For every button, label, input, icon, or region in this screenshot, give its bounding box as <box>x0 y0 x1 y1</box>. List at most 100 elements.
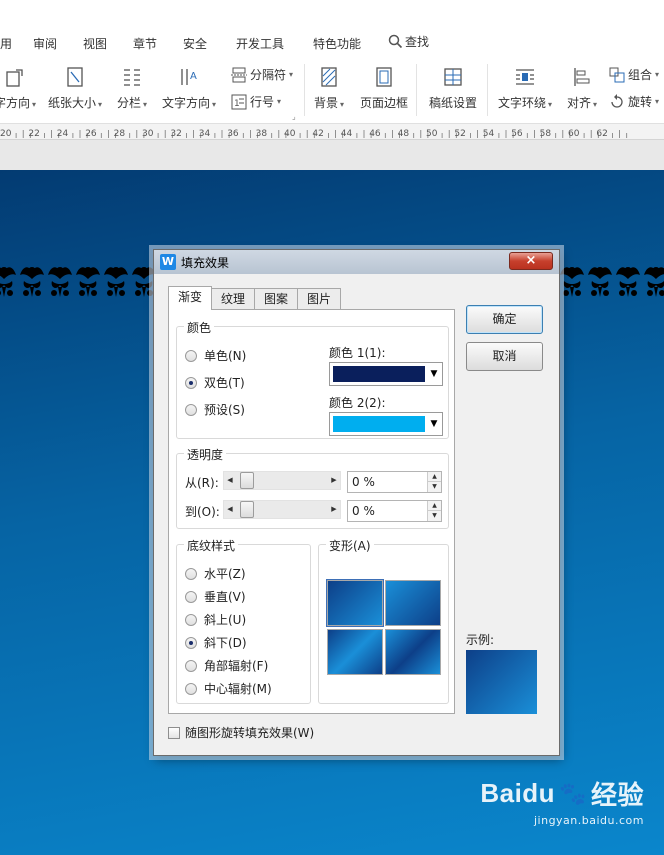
from-corner-radio[interactable]: 角部辐射(F) <box>185 657 268 674</box>
document-margin <box>0 140 664 170</box>
ribbon-divider <box>487 64 488 116</box>
line-number-button[interactable]: 1 行号 ▾ <box>231 93 281 110</box>
slider-left-arrow-icon[interactable]: ◀ <box>224 501 236 518</box>
diagonal-down-label: 斜下(D) <box>204 636 247 650</box>
group-expander-icon[interactable]: ⌟ <box>292 112 296 121</box>
slider-thumb[interactable] <box>240 501 254 518</box>
search-button[interactable]: 查找 <box>388 33 429 50</box>
page-border-button[interactable]: 页面边框 <box>360 66 408 111</box>
spin-down-icon[interactable]: ▼ <box>427 511 441 521</box>
horizontal-radio[interactable]: 水平(Z) <box>185 565 246 582</box>
variant-2-swatch[interactable] <box>385 580 441 626</box>
horizontal-ruler[interactable]: 20 22 24 26 28 30 32 34 36 38 40 42 44 46 48 50 52 54 56 58… <box>0 124 664 140</box>
group-button[interactable]: 组合 ▾ <box>609 66 659 83</box>
tab-special[interactable]: 特色功能 <box>313 35 361 52</box>
spin-up-icon[interactable]: ▲ <box>427 472 441 482</box>
diagonal-up-radio[interactable]: 斜上(U) <box>185 611 246 628</box>
tab-texture[interactable]: 纹理 <box>211 288 256 310</box>
ruler-scale: 20 22 24 26 28 30 32 34 36 38 40 42 44 46 48 50 52 54 56 58… <box>0 129 628 139</box>
one-color-radio[interactable]: 单色(N) <box>185 347 246 364</box>
preset-radio[interactable]: 预设(S) <box>185 401 245 418</box>
two-colors-radio[interactable]: 双色(T) <box>185 374 245 391</box>
from-label: 从(R): <box>185 476 219 490</box>
page-border-label: 页面边框 <box>360 96 409 110</box>
tab-gradient[interactable]: 渐变 <box>168 286 213 310</box>
manuscript-button[interactable]: 稿纸设置 <box>429 66 477 111</box>
tab-developer[interactable]: 开发工具 <box>236 35 284 52</box>
ruler-tick-label: 30 <box>142 129 154 139</box>
text-wrap-icon <box>516 69 535 85</box>
line-number-icon: 1 <box>231 94 247 109</box>
ruler-tick-label: 22 <box>28 129 39 139</box>
colors-group: 颜色 单色(N) 双色(T) 预设(S) 颜色 1(1): ▼ 颜色 2(2):… <box>176 319 449 439</box>
text-direction-cut-button[interactable]: 字方向 ▾ <box>0 66 36 111</box>
align-icon <box>574 68 590 86</box>
background-button[interactable]: 背景 ▾ <box>314 66 344 111</box>
transparency-group: 透明度 从(R): ◀ ▶ 0 % ▲ ▼ 到(O): ◀ ▶ 0 % ▲ ▼ <box>176 446 449 529</box>
slider-thumb[interactable] <box>240 472 254 489</box>
baidu-watermark: Baidu 🐾 经验 jingyan.baidu.com <box>480 775 644 827</box>
columns-button[interactable]: 分栏 ▾ <box>117 66 147 111</box>
close-button[interactable]: × <box>509 252 553 270</box>
separator-button[interactable]: 分隔符 ▾ <box>231 66 293 83</box>
paper-size-label: 纸张大小 <box>48 96 97 110</box>
paper-size-button[interactable]: 纸张大小 ▾ <box>48 66 102 111</box>
tab-picture[interactable]: 图片 <box>297 288 342 310</box>
diagonal-down-radio[interactable]: 斜下(D) <box>185 634 247 651</box>
variant-4-swatch[interactable] <box>385 629 441 675</box>
color1-label: 颜色 1(1): <box>329 346 386 360</box>
spin-up-icon[interactable]: ▲ <box>427 501 441 511</box>
color2-dropdown[interactable]: ▼ <box>329 412 443 436</box>
ok-button[interactable]: 确定 <box>466 305 543 334</box>
tab-security[interactable]: 安全 <box>183 35 207 52</box>
svg-text:1: 1 <box>234 99 240 109</box>
rotate-button[interactable]: 旋转 ▾ <box>609 93 659 110</box>
separator-label: 分隔符 <box>250 68 287 82</box>
ruler-tick-label: 28 <box>114 129 126 139</box>
rotate-with-shape-label: 随图形旋转填充效果(W) <box>185 726 315 740</box>
group-icon <box>609 67 625 82</box>
tab-pattern[interactable]: 图案 <box>254 288 299 310</box>
from-value: 0 % <box>352 475 375 489</box>
to-slider[interactable]: ◀ ▶ <box>223 500 341 519</box>
checkbox-box <box>168 726 180 739</box>
from-corner-label: 角部辐射(F) <box>204 659 269 673</box>
tab-view[interactable]: 视图 <box>83 35 107 52</box>
spin-down-icon[interactable]: ▼ <box>427 482 441 492</box>
vertical-radio[interactable]: 垂直(V) <box>185 588 246 605</box>
svg-text:A: A <box>190 71 197 82</box>
color1-dropdown[interactable]: ▼ <box>329 362 443 386</box>
separator-icon <box>231 67 247 82</box>
ruler-tick-label: 26 <box>85 129 97 139</box>
group-label: 组合 <box>628 68 653 82</box>
text-direction-icon <box>6 69 23 87</box>
to-percent-field[interactable]: 0 % ▲ ▼ <box>347 500 442 522</box>
tab-insert-partial[interactable]: 用 <box>0 35 12 52</box>
from-center-radio[interactable]: 中心辐射(M) <box>185 680 272 697</box>
slider-left-arrow-icon[interactable]: ◀ <box>224 472 236 489</box>
variant-1-swatch[interactable] <box>326 579 384 627</box>
variant-3-swatch[interactable] <box>327 629 383 675</box>
slider-track <box>236 501 328 518</box>
from-slider[interactable]: ◀ ▶ <box>223 471 341 490</box>
ruler-tick-label: 20 <box>0 129 12 139</box>
rotate-with-shape-checkbox[interactable]: 随图形旋转填充效果(W) <box>168 724 314 741</box>
text-direction-label: 文字方向 <box>162 96 211 110</box>
dialog-titlebar[interactable]: W 填充效果 × <box>154 250 559 274</box>
text-direction-button[interactable]: A 文字方向 ▾ <box>162 66 216 111</box>
text-direction-cut-label: 字方向 <box>0 96 31 110</box>
text-wrap-button[interactable]: 文字环绕 ▾ <box>498 66 552 111</box>
dialog-title: 填充效果 <box>181 255 230 270</box>
slider-right-arrow-icon[interactable]: ▶ <box>328 472 340 489</box>
shading-styles-group: 底纹样式 水平(Z) 垂直(V) 斜上(U) 斜下(D) 角部辐射(F) 中心辐… <box>176 537 311 704</box>
slider-right-arrow-icon[interactable]: ▶ <box>328 501 340 518</box>
text-wrap-label: 文字环绕 <box>498 96 547 110</box>
align-button[interactable]: 对齐 ▾ <box>567 66 597 111</box>
cancel-button[interactable]: 取消 <box>466 342 543 371</box>
tab-section[interactable]: 章节 <box>133 35 157 52</box>
from-percent-field[interactable]: 0 % ▲ ▼ <box>347 471 442 493</box>
radio-indicator <box>185 636 197 649</box>
transparency-group-title: 透明度 <box>184 446 227 463</box>
tab-review[interactable]: 审阅 <box>33 35 57 52</box>
ruler-tick-label: 56 <box>511 129 523 139</box>
